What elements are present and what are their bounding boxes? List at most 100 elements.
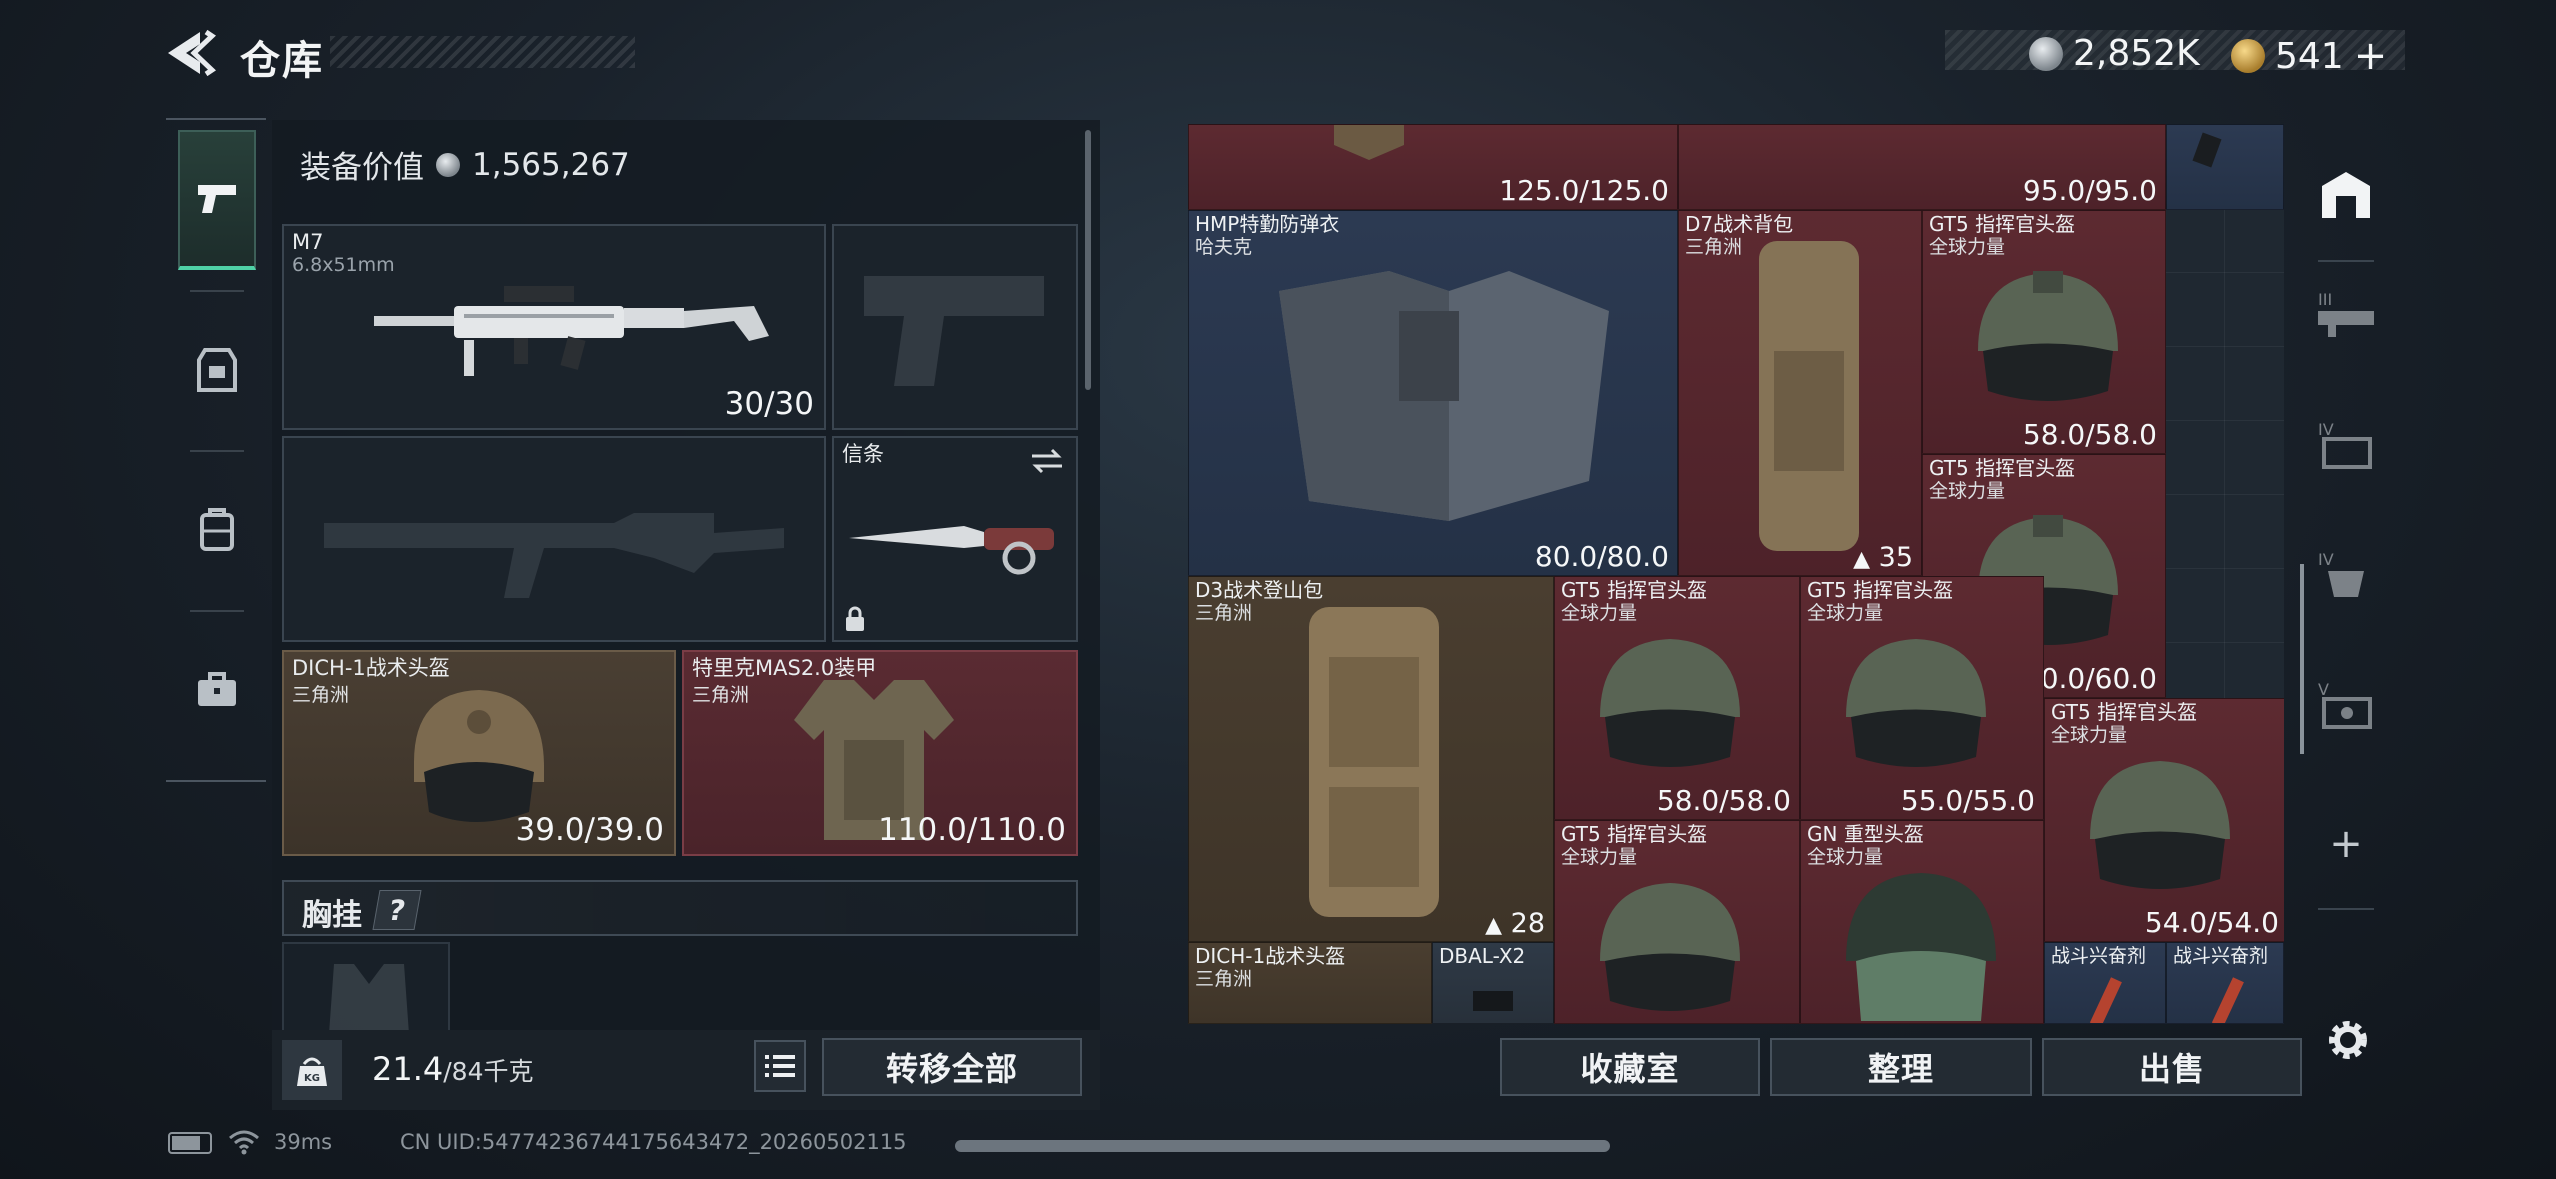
grid-item-gt5-helmet[interactable]: GT5 指挥官头盔 全球力量 58.0/58.0 bbox=[1922, 210, 2166, 454]
loadout-scrollbar[interactable] bbox=[1085, 130, 1091, 390]
item-durability: 54.0/54.0 bbox=[2144, 906, 2279, 939]
rifle-filter-icon: III bbox=[2318, 290, 2374, 337]
silver-coin-icon bbox=[2029, 36, 2063, 71]
item-brand: 全球力量 bbox=[1561, 602, 1638, 624]
helmet-durability: 39.0/39.0 bbox=[515, 812, 665, 848]
tab-gear[interactable] bbox=[178, 300, 256, 440]
tab-case[interactable] bbox=[178, 620, 256, 760]
kettlebell-icon: KG bbox=[297, 1057, 327, 1086]
item-name: GT5 指挥官头盔 bbox=[1561, 578, 1708, 602]
grid-item-stim[interactable]: 战斗兴奋剂 bbox=[2044, 942, 2166, 1024]
melee-slot[interactable]: 信条 bbox=[832, 436, 1078, 642]
svg-text:V: V bbox=[2318, 680, 2329, 699]
settings-button[interactable] bbox=[2320, 1012, 2376, 1068]
sell-button[interactable]: 出售 bbox=[2042, 1038, 2302, 1096]
organize-button[interactable]: 整理 bbox=[1770, 1038, 2032, 1096]
helmet-brand: 三角洲 bbox=[292, 684, 350, 706]
item-brand: 三角洲 bbox=[1195, 602, 1253, 624]
home-indicator[interactable] bbox=[955, 1140, 1610, 1152]
item-image bbox=[1978, 271, 2118, 401]
page-title: 仓库 bbox=[240, 38, 324, 84]
battery-icon bbox=[168, 1132, 212, 1154]
grid-item-gt5-helmet[interactable]: GT5 指挥官头盔 全球力量 55.0/55.0 bbox=[1800, 576, 2044, 820]
grid-item-partial-1[interactable]: 125.0/125.0 bbox=[1188, 124, 1678, 210]
tab-backpack[interactable] bbox=[178, 460, 256, 600]
back-arrow-icon bbox=[168, 29, 216, 77]
filter-storage-3[interactable]: III bbox=[2316, 284, 2376, 344]
primary-weapon-slot[interactable]: M7 6.8x51mm 30/30 bbox=[282, 224, 826, 430]
filter-all[interactable] bbox=[2316, 164, 2376, 224]
storage-grid: 125.0/125.0 95.0/95.0 HMP特勤防弹衣 哈夫克 80.0/… bbox=[1188, 124, 2284, 1024]
item-name: GT5 指挥官头盔 bbox=[2051, 700, 2198, 724]
grid-item-stim[interactable]: 战斗兴奋剂 bbox=[2166, 942, 2284, 1024]
add-currency-button[interactable]: + bbox=[2354, 33, 2388, 79]
grid-item-dich-helmet[interactable]: DICH-1战术头盔 三角洲 bbox=[1188, 942, 1432, 1024]
grid-item-gn-helmet[interactable]: GN 重型头盔 全球力量 bbox=[1800, 820, 2044, 1024]
filter-storage-5[interactable]: V bbox=[2316, 674, 2376, 734]
collection-room-button[interactable]: 收藏室 bbox=[1500, 1038, 1760, 1096]
vest-icon bbox=[197, 348, 237, 392]
item-image bbox=[2090, 761, 2230, 889]
ping-readout: 39ms bbox=[274, 1130, 333, 1154]
item-image bbox=[2192, 132, 2222, 168]
grid-item-partial-2[interactable]: 95.0/95.0 bbox=[1678, 124, 2166, 210]
item-image bbox=[1279, 271, 1609, 521]
item-image bbox=[1473, 991, 1513, 1011]
item-name: HMP特勤防弹衣 bbox=[1195, 212, 1340, 236]
item-name: DICH-1战术头盔 bbox=[1195, 944, 1346, 968]
grid-item-gt5-helmet[interactable]: GT5 指挥官头盔 全球力量 58.0/58.0 bbox=[1554, 576, 1800, 820]
filter-storage-4[interactable]: IV bbox=[2316, 414, 2376, 474]
item-brand: 全球力量 bbox=[1929, 480, 2006, 502]
grid-item-d7-backpack[interactable]: D7战术背包 三角洲 ▲ 35 bbox=[1678, 210, 1922, 576]
grid-item-partial-3[interactable] bbox=[2166, 124, 2284, 210]
item-name: 战斗兴奋剂 bbox=[2173, 945, 2269, 967]
backpack-icon bbox=[200, 508, 234, 551]
gear-filter-icon: IV bbox=[2318, 550, 2364, 597]
item-durability: 95.0/95.0 bbox=[2022, 174, 2157, 207]
lock-icon bbox=[846, 606, 864, 631]
gear-icon bbox=[2329, 1021, 2367, 1059]
grid-item-dbal-x2[interactable]: DBAL-X2 bbox=[1432, 942, 1554, 1024]
chest-rig-slot[interactable] bbox=[282, 942, 450, 1032]
safe-filter-icon: V bbox=[2318, 680, 2372, 729]
list-view-button[interactable] bbox=[754, 1040, 806, 1092]
user-uid: CN UID:5477423674417564347​2_20260502115 bbox=[400, 1130, 907, 1154]
vest-silhouette-icon bbox=[329, 964, 409, 1030]
svg-text:III: III bbox=[2318, 290, 2332, 309]
weight-max: /84千克 bbox=[443, 1057, 534, 1086]
back-button[interactable] bbox=[160, 28, 220, 78]
grid-item-d3-backpack[interactable]: D3战术登山包 三角洲 ▲ 28 bbox=[1188, 576, 1554, 942]
helmet-slot[interactable]: DICH-1战术头盔 三角洲 39.0/39.0 bbox=[282, 650, 676, 856]
equip-value: 1,565,267 bbox=[472, 146, 630, 183]
chest-rig-label: 胸挂 bbox=[302, 898, 362, 933]
warehouse-icon bbox=[2322, 172, 2370, 218]
pistol-icon bbox=[198, 185, 236, 213]
item-durability: 58.0/58.0 bbox=[2022, 418, 2157, 451]
gold-coin-icon bbox=[2231, 39, 2265, 73]
rifle-silhouette-icon bbox=[324, 513, 784, 598]
briefcase-icon bbox=[198, 672, 236, 706]
item-name: 战斗兴奋剂 bbox=[2051, 945, 2147, 967]
tab-weapons[interactable] bbox=[178, 130, 256, 270]
help-button[interactable]: ? bbox=[372, 890, 422, 930]
item-name: GN 重型头盔 bbox=[1807, 822, 1924, 846]
add-storage-button[interactable]: + bbox=[2316, 814, 2376, 874]
silver-amount: 2,852K bbox=[2073, 33, 2200, 74]
grid-item-gt5-helmet[interactable]: GT5 指挥官头盔 全球力量 54.0/54.0 bbox=[2044, 698, 2284, 942]
armor-slot[interactable]: 特里克MAS2.0装甲 三角洲 110.0/110.0 bbox=[682, 650, 1078, 856]
swap-icon[interactable] bbox=[1030, 446, 1064, 476]
item-name: GT5 指挥官头盔 bbox=[1807, 578, 1954, 602]
item-name: GT5 指挥官头盔 bbox=[1929, 456, 2076, 480]
primary-weapon-slot-2[interactable] bbox=[282, 436, 826, 642]
grid-item-hmp-vest[interactable]: HMP特勤防弹衣 哈夫克 80.0/80.0 bbox=[1188, 210, 1678, 576]
equip-value-label: 装备价值 bbox=[300, 150, 424, 186]
transfer-all-button[interactable]: 转移全部 bbox=[822, 1038, 1082, 1096]
grid-item-gt5-helmet[interactable]: GT5 指挥官头盔 全球力量 bbox=[1554, 820, 1800, 1024]
secondary-weapon-slot[interactable] bbox=[832, 224, 1078, 430]
filter-storage-4b[interactable]: IV bbox=[2316, 544, 2376, 604]
list-icon bbox=[765, 1055, 795, 1077]
rifle-image bbox=[374, 286, 769, 376]
item-count: ▲ 35 bbox=[1853, 542, 1913, 573]
svg-text:IV: IV bbox=[2318, 550, 2334, 569]
syringe-icon bbox=[2089, 977, 2122, 1023]
